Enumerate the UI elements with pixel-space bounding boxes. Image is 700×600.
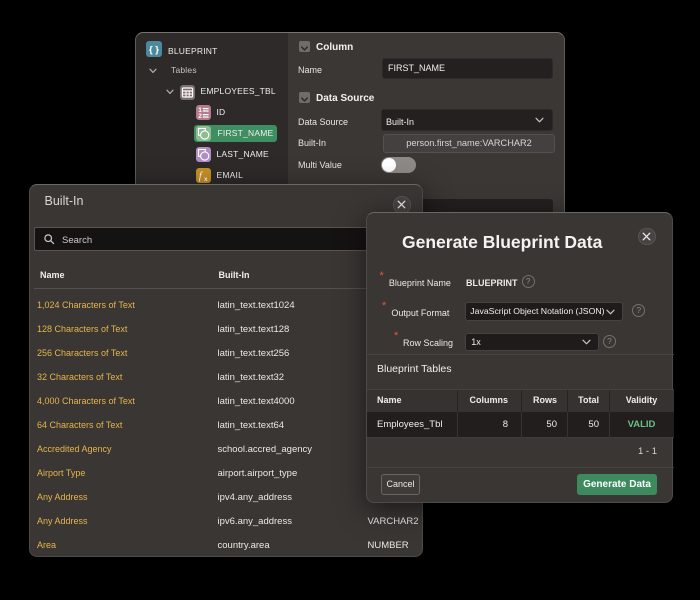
svg-text:2: 2 — [198, 113, 202, 120]
svg-text:x: x — [204, 175, 208, 182]
svg-text:{ }: { } — [149, 45, 159, 56]
